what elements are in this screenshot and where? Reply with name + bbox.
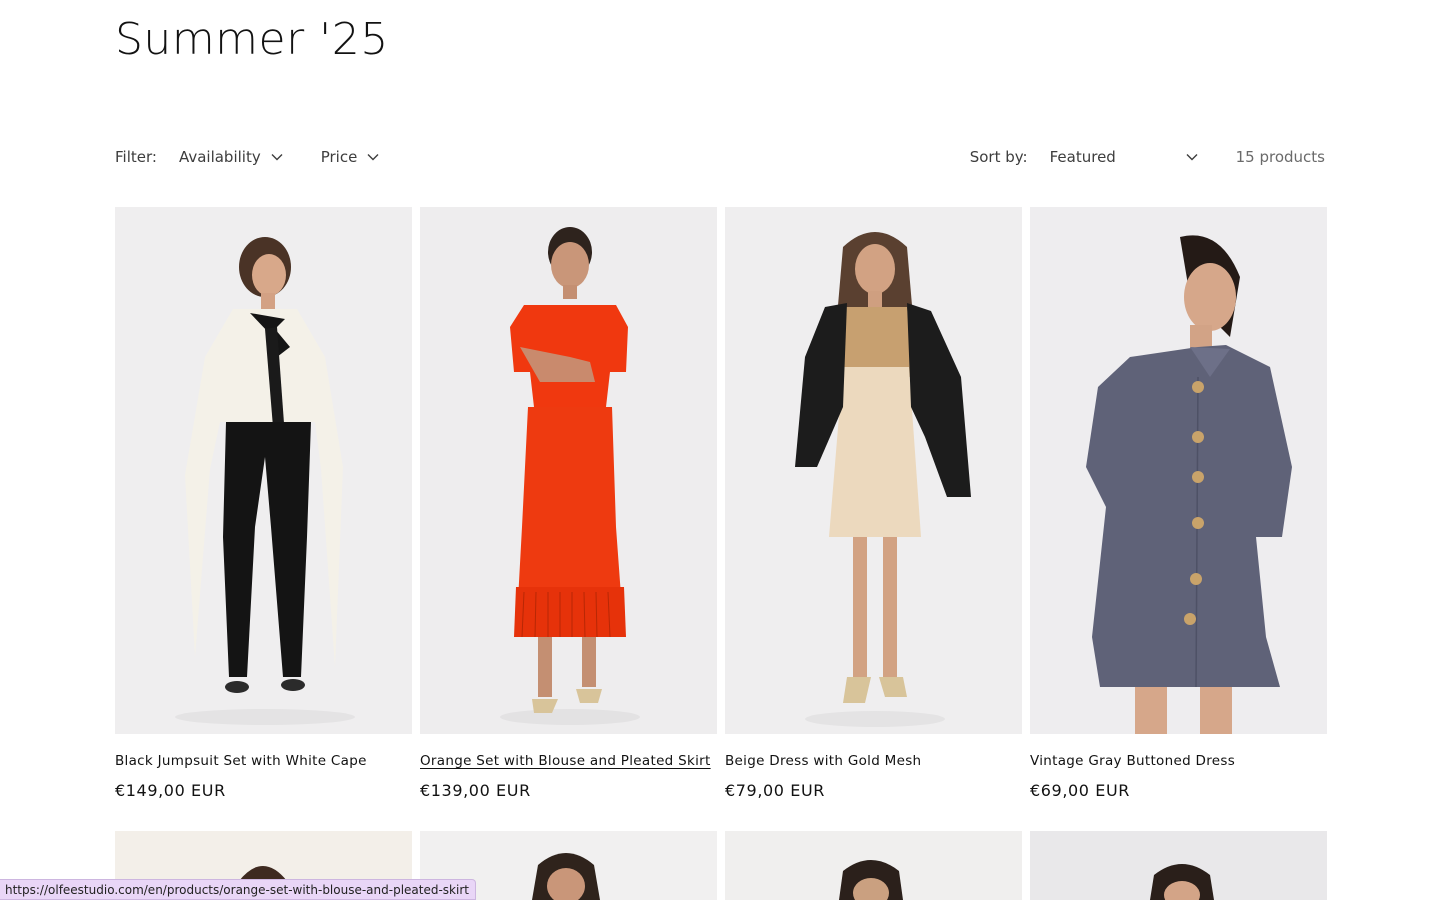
- product-price: €79,00 EUR: [725, 781, 826, 800]
- product-photo: [725, 207, 1022, 734]
- sort-controls: Sort by: Featured 15 products: [970, 148, 1325, 166]
- product-photo: [1030, 831, 1327, 900]
- product-image[interactable]: [1030, 207, 1327, 734]
- filter-label: Filter:: [115, 148, 157, 166]
- product-image[interactable]: [420, 207, 717, 734]
- product-card[interactable]: Black Jumpsuit Set with White Cape €149,…: [115, 207, 412, 800]
- sort-selected-value: Featured: [1049, 148, 1116, 166]
- product-title[interactable]: Vintage Gray Buttoned Dress: [1030, 753, 1327, 769]
- product-title[interactable]: Beige Dress with Gold Mesh: [725, 753, 1022, 769]
- product-image[interactable]: [725, 831, 1022, 900]
- chevron-down-icon: [367, 154, 379, 161]
- product-photo: [725, 831, 1022, 900]
- product-title[interactable]: Black Jumpsuit Set with White Cape: [115, 753, 412, 769]
- collection-page: Summer '25 Filter: Availability Price So…: [0, 0, 1440, 900]
- product-count: 15 products: [1235, 148, 1325, 166]
- product-title[interactable]: Orange Set with Blouse and Pleated Skirt: [420, 753, 717, 769]
- product-image[interactable]: [1030, 831, 1327, 900]
- price-filter-label: Price: [320, 148, 358, 166]
- chevron-down-icon: [271, 154, 283, 161]
- facets-bar: Filter: Availability Price Sort by: Feat…: [115, 140, 1325, 174]
- availability-filter-label: Availability: [178, 148, 261, 166]
- chevron-down-icon: [1186, 154, 1198, 161]
- product-image[interactable]: [115, 207, 412, 734]
- product-photo: [1030, 207, 1327, 734]
- sort-select[interactable]: Featured: [1050, 148, 1198, 166]
- product-photo: [115, 207, 412, 734]
- availability-filter-button[interactable]: Availability: [179, 148, 283, 166]
- price-filter-button[interactable]: Price: [321, 148, 380, 166]
- product-price: €139,00 EUR: [420, 781, 531, 800]
- product-image[interactable]: [725, 207, 1022, 734]
- product-price: €69,00 EUR: [1030, 781, 1131, 800]
- link-preview-status-bar: https://olfeestudio.com/en/products/oran…: [0, 879, 476, 900]
- product-card[interactable]: Vintage Gray Buttoned Dress €69,00 EUR: [1030, 207, 1327, 800]
- product-card[interactable]: Beige Dress with Gold Mesh €79,00 EUR: [725, 207, 1022, 800]
- product-grid: Black Jumpsuit Set with White Cape €149,…: [115, 207, 1327, 800]
- product-card[interactable]: Orange Set with Blouse and Pleated Skirt…: [420, 207, 717, 800]
- sort-label: Sort by:: [969, 148, 1028, 166]
- page-title: Summer '25: [115, 14, 389, 65]
- product-photo: [420, 207, 717, 734]
- product-price: €149,00 EUR: [115, 781, 226, 800]
